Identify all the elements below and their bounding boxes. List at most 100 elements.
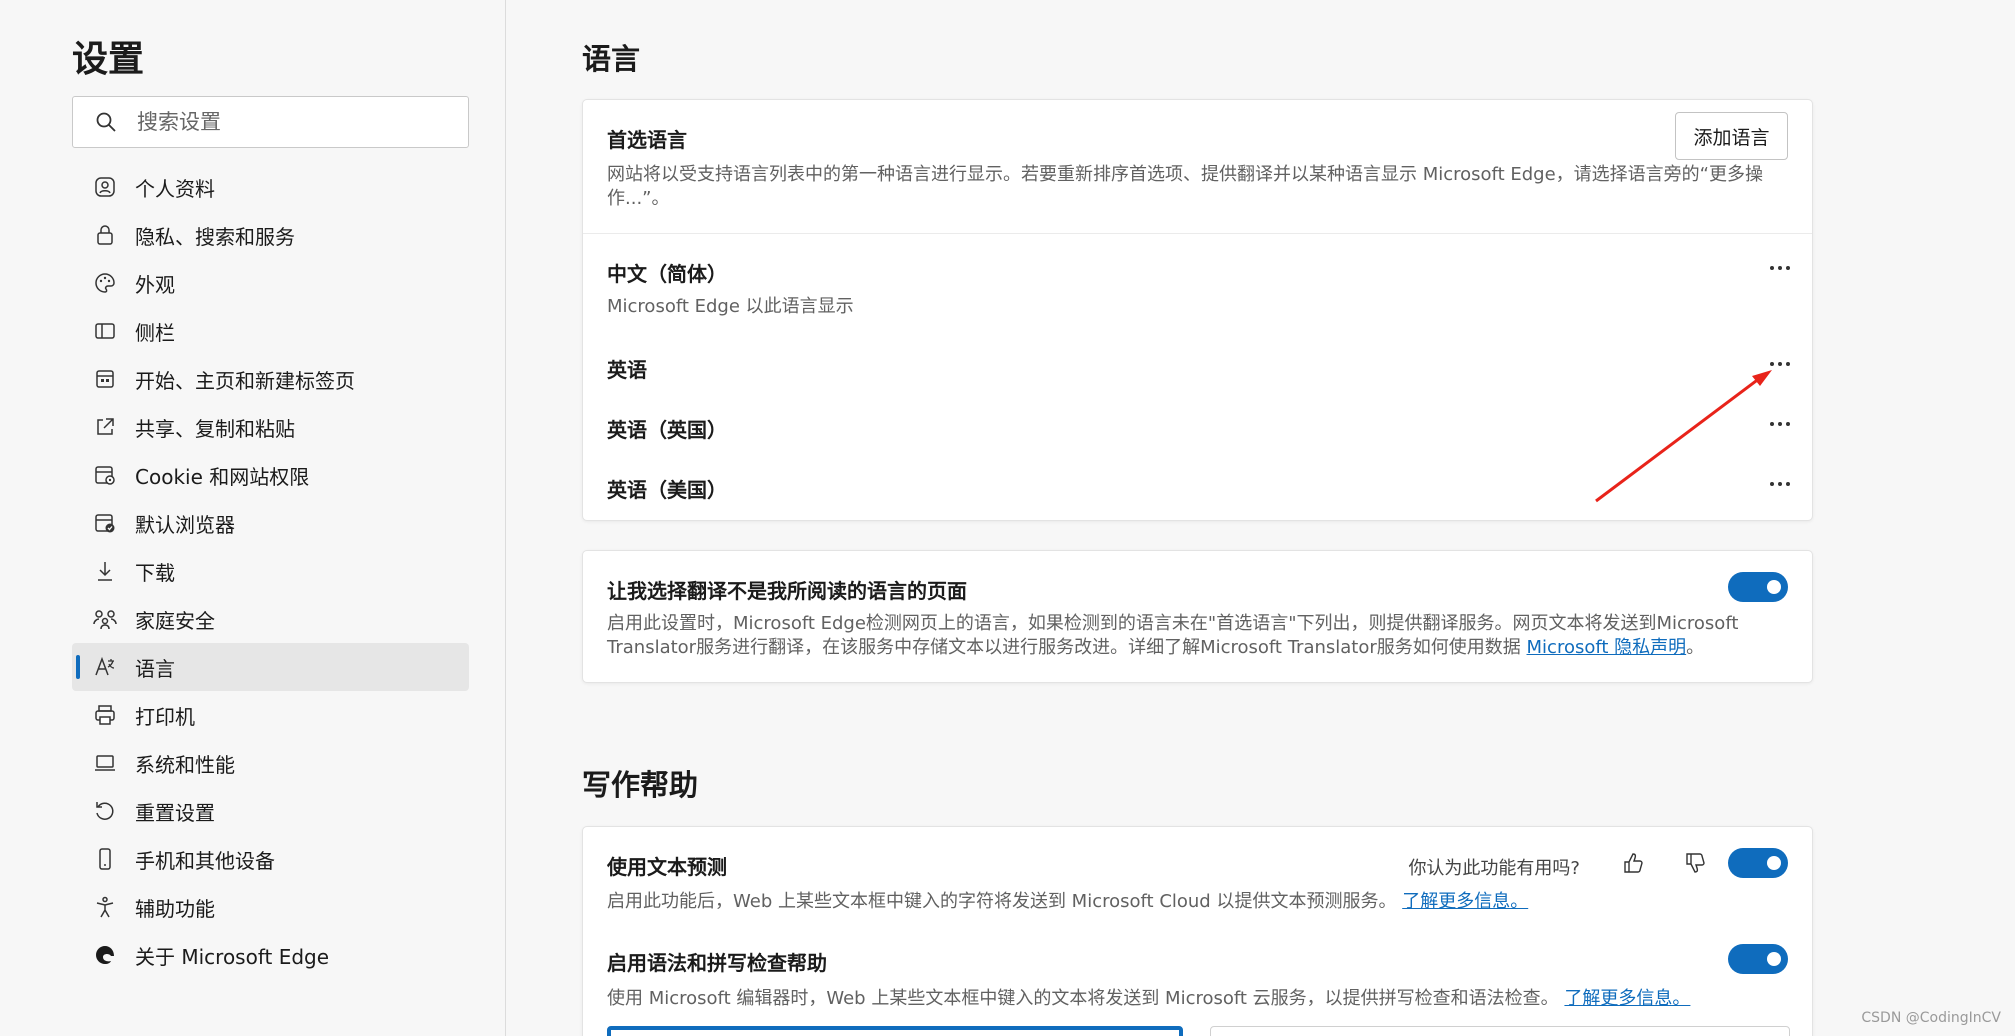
palette-icon bbox=[92, 270, 118, 296]
nav-label: 共享、复制和粘贴 bbox=[135, 416, 295, 441]
cookie-icon bbox=[92, 462, 118, 488]
translate-toggle[interactable] bbox=[1728, 572, 1788, 602]
nav-item-privacy[interactable]: 隐私、搜索和服务 bbox=[72, 211, 469, 259]
nav-list: 个人资料 隐私、搜索和服务 外观 侧栏 开始、主页和新建标签页 共享、复制和粘贴… bbox=[72, 163, 469, 979]
nav-item-downloads[interactable]: 下载 bbox=[72, 547, 469, 595]
printer-icon bbox=[92, 702, 118, 728]
home-icon bbox=[92, 366, 118, 392]
language-name: 中文（简体） bbox=[607, 262, 727, 286]
laptop-icon bbox=[92, 750, 118, 776]
preferred-languages-description: 网站将以受支持语言列表中的第一种语言进行显示。若要重新排序首选项、提供翻译并以某… bbox=[607, 163, 1787, 211]
nav-label: Cookie 和网站权限 bbox=[135, 464, 310, 489]
language-section-title: 语言 bbox=[582, 42, 641, 76]
nav-item-about[interactable]: 关于 Microsoft Edge bbox=[72, 931, 469, 979]
nav-item-accessibility[interactable]: 辅助功能 bbox=[72, 883, 469, 931]
privacy-statement-link[interactable]: Microsoft 隐私声明 bbox=[1527, 637, 1687, 658]
nav-item-sidebar[interactable]: 侧栏 bbox=[72, 307, 469, 355]
phone-icon bbox=[92, 846, 118, 872]
grammar-check-toggle[interactable] bbox=[1728, 944, 1788, 974]
translate-card: 让我选择翻译不是我所阅读的语言的页面 启用此设置时，Microsoft Edge… bbox=[582, 550, 1813, 683]
language-name: 英语（美国） bbox=[607, 478, 727, 502]
language-note: Microsoft Edge 以此语言显示 bbox=[607, 296, 854, 317]
writing-section-title: 写作帮助 bbox=[582, 768, 699, 802]
nav-label: 辅助功能 bbox=[135, 896, 215, 921]
nav-item-default-browser[interactable]: 默认浏览器 bbox=[72, 499, 469, 547]
language-name: 英语 bbox=[607, 358, 647, 382]
search-icon bbox=[96, 112, 116, 132]
profile-icon bbox=[92, 174, 118, 200]
nav-label: 个人资料 bbox=[135, 176, 215, 201]
description-text: 使用 Microsoft 编辑器时，Web 上某些文本框中键入的文本将发送到 M… bbox=[607, 988, 1559, 1009]
nav-label: 系统和性能 bbox=[135, 752, 235, 777]
nav-item-family[interactable]: 家庭安全 bbox=[72, 595, 469, 643]
language-name: 英语（英国） bbox=[607, 418, 727, 442]
nav-label: 下载 bbox=[135, 560, 175, 585]
description-line: 启用此设置时，Microsoft Edge检测网页上的语言，如果检测到的语言未在… bbox=[607, 613, 1739, 634]
nav-item-appearance[interactable]: 外观 bbox=[72, 259, 469, 307]
watermark: CSDN @CodingInCV bbox=[1861, 1010, 2001, 1026]
sidebar: 设置 个人资料 隐私、搜索和服务 外观 侧栏 开始、主页和新建标签页 共享、复制… bbox=[0, 0, 506, 1036]
nav-item-phone[interactable]: 手机和其他设备 bbox=[72, 835, 469, 883]
writing-assistance-card: 使用文本预测 你认为此功能有用吗? 启用此功能后，Web 上某些文本框中键入的字… bbox=[582, 826, 1813, 1036]
nav-item-cookies[interactable]: Cookie 和网站权限 bbox=[72, 451, 469, 499]
option-box[interactable] bbox=[1210, 1026, 1790, 1036]
nav-item-reset[interactable]: 重置设置 bbox=[72, 787, 469, 835]
nav-label: 语言 bbox=[135, 656, 175, 681]
browser-icon bbox=[92, 510, 118, 536]
thumbs-up-icon[interactable] bbox=[1619, 849, 1647, 877]
divider bbox=[583, 233, 1812, 234]
nav-item-system[interactable]: 系统和性能 bbox=[72, 739, 469, 787]
feedback-question: 你认为此功能有用吗? bbox=[1408, 858, 1580, 879]
nav-label: 隐私、搜索和服务 bbox=[135, 224, 295, 249]
grammar-check-title: 启用语法和拼写检查帮助 bbox=[607, 951, 827, 975]
more-options-button[interactable] bbox=[1770, 258, 1790, 278]
preferred-languages-card: 首选语言 添加语言 网站将以受支持语言列表中的第一种语言进行显示。若要重新排序首… bbox=[582, 99, 1813, 521]
edge-icon bbox=[92, 942, 118, 968]
more-options-button[interactable] bbox=[1770, 474, 1790, 494]
accessibility-icon bbox=[92, 894, 118, 920]
description-line: Translator服务进行翻译，在该服务中存储文本以进行服务改进。详细了解Mi… bbox=[607, 636, 1787, 660]
family-icon bbox=[92, 606, 118, 632]
description-line: 网站将以受支持语言列表中的第一种语言进行显示。若要重新排序首选项、提供翻译并以某… bbox=[607, 164, 1763, 185]
add-language-button[interactable]: 添加语言 bbox=[1675, 112, 1788, 160]
share-icon bbox=[92, 414, 118, 440]
selected-option-box[interactable] bbox=[607, 1026, 1183, 1036]
settings-title: 设置 bbox=[72, 39, 145, 80]
nav-item-profile[interactable]: 个人资料 bbox=[72, 163, 469, 211]
nav-item-share[interactable]: 共享、复制和粘贴 bbox=[72, 403, 469, 451]
nav-label: 家庭安全 bbox=[135, 608, 215, 633]
nav-item-language[interactable]: 语言 bbox=[72, 643, 469, 691]
description-text: 启用此功能后，Web 上某些文本框中键入的字符将发送到 Microsoft Cl… bbox=[607, 891, 1397, 912]
search-input[interactable] bbox=[137, 110, 437, 134]
more-options-button[interactable] bbox=[1770, 354, 1790, 374]
lock-icon bbox=[92, 222, 118, 248]
nav-label: 外观 bbox=[135, 272, 175, 297]
nav-label: 侧栏 bbox=[135, 320, 175, 345]
description-text: Translator服务进行翻译，在该服务中存储文本以进行服务改进。详细了解Mi… bbox=[607, 637, 1521, 658]
text-prediction-title: 使用文本预测 bbox=[607, 855, 727, 879]
nav-label: 重置设置 bbox=[135, 800, 215, 825]
text-prediction-description: 启用此功能后，Web 上某些文本框中键入的字符将发送到 Microsoft Cl… bbox=[607, 890, 1528, 914]
download-icon bbox=[92, 558, 118, 584]
language-icon bbox=[92, 654, 118, 680]
more-options-button[interactable] bbox=[1770, 414, 1790, 434]
translate-title: 让我选择翻译不是我所阅读的语言的页面 bbox=[607, 579, 967, 603]
nav-label: 手机和其他设备 bbox=[135, 848, 275, 873]
nav-label: 开始、主页和新建标签页 bbox=[135, 368, 355, 393]
nav-label: 关于 Microsoft Edge bbox=[135, 944, 330, 969]
thumbs-down-icon[interactable] bbox=[1681, 849, 1709, 877]
text-prediction-toggle[interactable] bbox=[1728, 848, 1788, 878]
nav-item-printers[interactable]: 打印机 bbox=[72, 691, 469, 739]
learn-more-link[interactable]: 了解更多信息。 bbox=[1402, 891, 1528, 912]
translate-description: 启用此设置时，Microsoft Edge检测网页上的语言，如果检测到的语言未在… bbox=[607, 612, 1787, 660]
punctuation: 。 bbox=[1686, 637, 1705, 658]
nav-item-start-home[interactable]: 开始、主页和新建标签页 bbox=[72, 355, 469, 403]
grammar-check-description: 使用 Microsoft 编辑器时，Web 上某些文本框中键入的文本将发送到 M… bbox=[607, 987, 1690, 1011]
sidebar-icon bbox=[92, 318, 118, 344]
reset-icon bbox=[92, 798, 118, 824]
nav-label: 默认浏览器 bbox=[135, 512, 235, 537]
search-box[interactable] bbox=[72, 96, 469, 148]
description-line: 作...”。 bbox=[607, 188, 670, 209]
nav-label: 打印机 bbox=[135, 704, 195, 729]
learn-more-link[interactable]: 了解更多信息。 bbox=[1564, 988, 1690, 1009]
